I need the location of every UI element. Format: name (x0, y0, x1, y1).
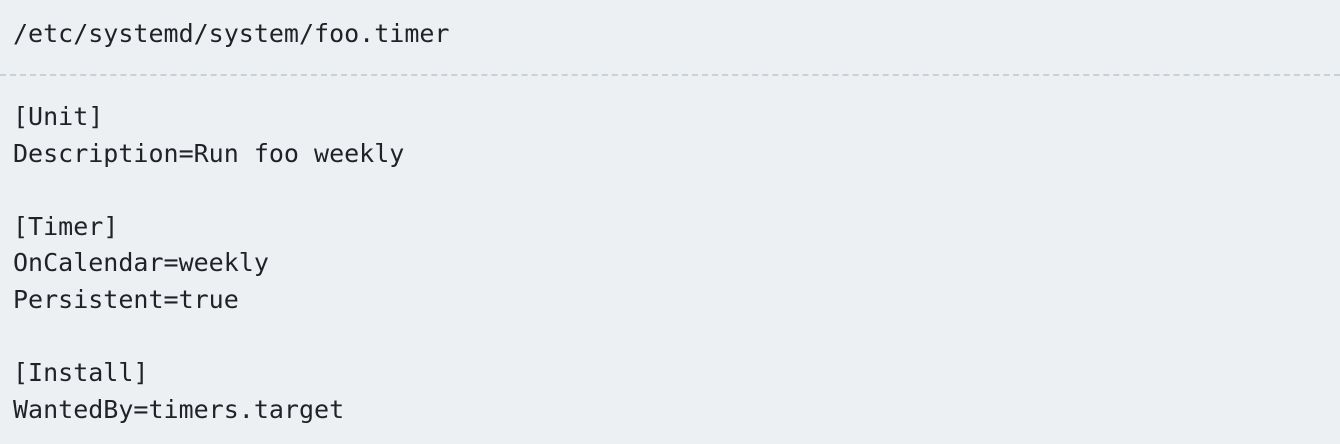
code-line-blank (13, 319, 404, 356)
code-line-description: Description=Run foo weekly (13, 138, 405, 168)
code-line-unit-section: [Unit] (13, 102, 104, 131)
code-content: [Unit] Description=Run foo weekly [Timer… (13, 99, 404, 428)
code-line-install-section: [Install] (13, 358, 149, 388)
code-block: /etc/systemd/system/foo.timer [Unit] Des… (0, 0, 1340, 444)
file-path-header: /etc/systemd/system/foo.timer (13, 19, 450, 48)
code-line-blank (13, 172, 404, 209)
header-divider (0, 74, 1340, 76)
code-line-persistent: Persistent=true (13, 284, 239, 314)
code-line-wantedby: WantedBy=timers.target (13, 394, 345, 424)
code-line-oncalendar: OnCalendar=weekly (13, 248, 269, 278)
code-line-timer-section: [Timer] (13, 211, 119, 241)
